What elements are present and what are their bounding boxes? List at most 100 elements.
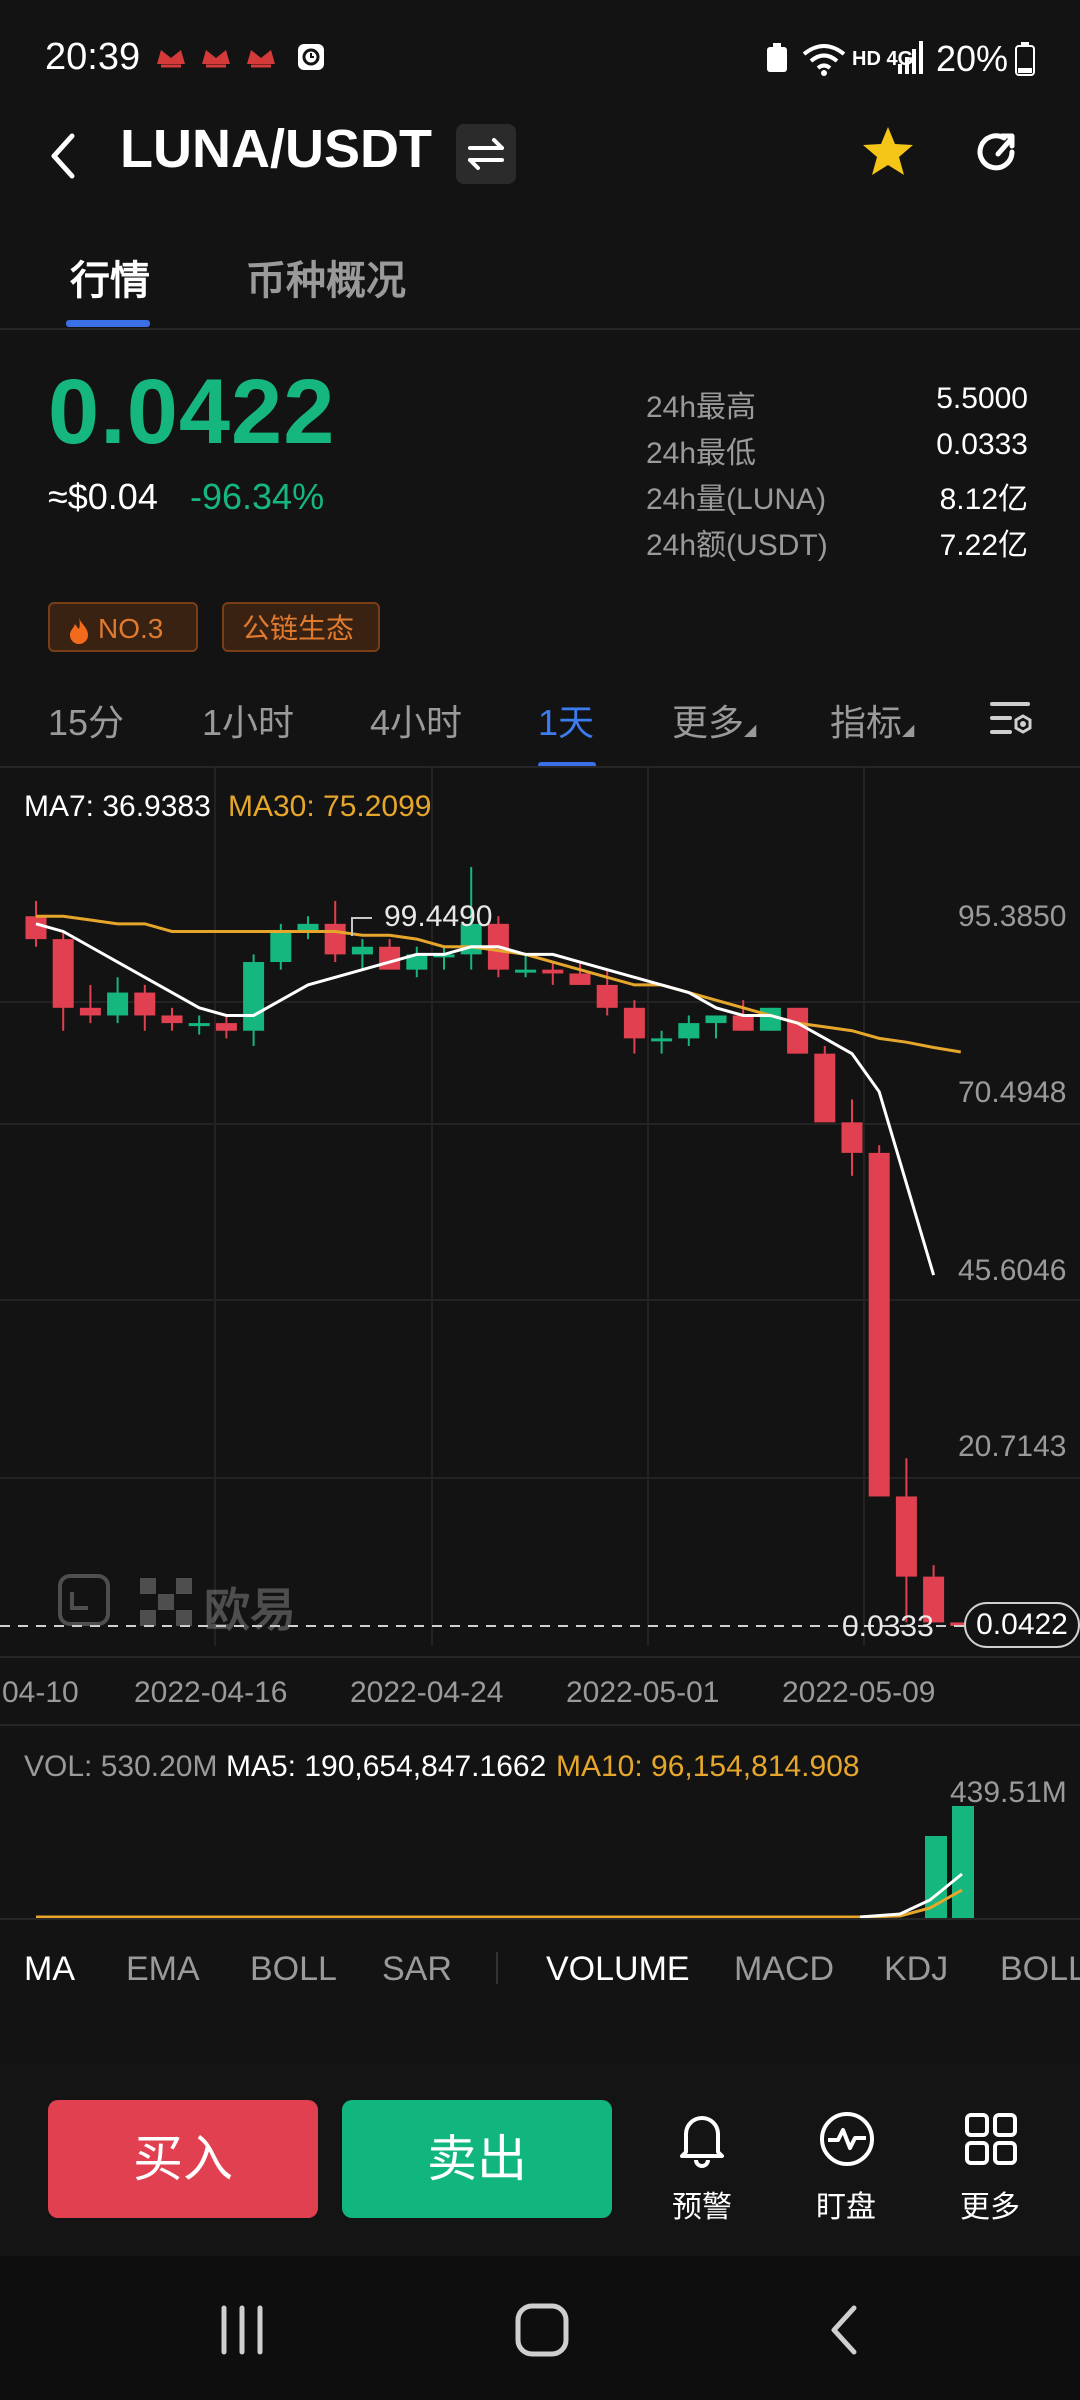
stat-amount-label: 24h额(USDT) <box>646 529 828 562</box>
watermark-mark <box>140 1578 196 1626</box>
ma7-value: MA7: 36.9383 <box>24 790 211 823</box>
indicator-ma[interactable]: MA <box>24 1950 75 1989</box>
dropdown-triangle-icon: ◢ <box>902 722 915 739</box>
tab-active-indicator <box>66 320 150 327</box>
candle-body <box>379 946 401 970</box>
date-tick-3: 2022-04-24 <box>350 1676 504 1709</box>
candle-body <box>759 1007 781 1031</box>
back-button[interactable] <box>40 128 90 184</box>
indicator-boll[interactable]: BOLL <box>250 1950 337 1989</box>
category-tag[interactable]: 公链生态 <box>222 602 380 652</box>
more-label: 更多 <box>960 2191 1020 2224</box>
candle-body <box>25 916 47 940</box>
watermark-logo <box>56 1572 112 1628</box>
usd-price: ≈$0.04 <box>48 476 158 517</box>
status-bar: 20:39 HD 4G 20% <box>0 0 1080 120</box>
candle-body <box>569 973 591 985</box>
current-price-tag: 0.0422 <box>964 1602 1080 1648</box>
period-15m[interactable]: 15分 <box>48 694 124 746</box>
tab-coin-overview[interactable]: 币种概况 <box>246 248 406 306</box>
date-tick-2: 2022-04-16 <box>134 1676 288 1709</box>
y-tick-3: 45.6046 <box>958 1254 1067 1287</box>
stat-high-label: 24h最高 <box>646 391 757 424</box>
notification-icon <box>245 44 277 72</box>
sell-button[interactable]: 卖出 <box>342 2100 612 2218</box>
home-icon[interactable] <box>514 2302 570 2358</box>
indicator-kdj[interactable]: KDJ <box>884 1950 948 1989</box>
vol-ma10-line <box>36 1888 963 1919</box>
buy-button[interactable]: 买入 <box>48 2100 318 2218</box>
chart-settings-icon[interactable] <box>988 698 1036 742</box>
notification-icon <box>155 44 187 72</box>
candle-body <box>161 1015 183 1024</box>
status-time: 20:39 <box>45 36 141 78</box>
pulse-icon <box>818 2110 876 2168</box>
bell-icon <box>676 2110 728 2168</box>
date-tick-1: 04-10 <box>2 1676 79 1709</box>
y-tick-2: 70.4948 <box>958 1076 1067 1109</box>
rank-tag[interactable]: NO.3 <box>48 602 198 652</box>
candle-body <box>215 1023 237 1031</box>
y-tick-4: 20.7143 <box>958 1430 1067 1463</box>
vol-value: VOL: 530.20M <box>24 1750 218 1783</box>
candlestick-chart[interactable] <box>0 766 1080 1646</box>
candle-body <box>515 969 537 973</box>
period-1h[interactable]: 1小时 <box>202 694 294 746</box>
period-4h[interactable]: 4小时 <box>370 694 462 746</box>
candle-body <box>895 1496 917 1577</box>
candle-body <box>868 1152 890 1497</box>
period-1d[interactable]: 1天 <box>538 694 594 746</box>
change-percent: -96.34% <box>190 476 325 517</box>
system-nav-bar <box>0 2256 1080 2400</box>
indicator-ema[interactable]: EMA <box>126 1950 200 1989</box>
tab-market[interactable]: 行情 <box>70 248 150 306</box>
volume-bar <box>952 1806 974 1920</box>
swap-pair-button[interactable] <box>456 124 516 184</box>
candle-body <box>542 969 564 974</box>
indicator-volume[interactable]: VOLUME <box>546 1950 690 1989</box>
indicators-menu-label: 指标 <box>830 702 903 743</box>
candle-body <box>79 1007 101 1016</box>
alert-label: 预警 <box>672 2191 732 2224</box>
chart-bottom-divider <box>0 1656 1080 1658</box>
pair-title[interactable]: LUNA/USDT <box>120 118 432 180</box>
stat-low-value: 0.0333 <box>936 428 1028 461</box>
candle-body <box>52 939 74 1008</box>
system-back-icon[interactable] <box>822 2302 866 2358</box>
volume-chart[interactable] <box>0 1790 1080 1920</box>
candle-body <box>732 1015 754 1031</box>
stat-amount-value: 7.22亿 <box>939 529 1028 562</box>
refresh-share-icon[interactable] <box>968 124 1024 180</box>
high-marker-value: 99.4490 <box>384 900 493 933</box>
candle-body <box>596 984 618 1008</box>
wifi-icon <box>802 42 846 76</box>
indicator-boll-sub[interactable]: BOLL <box>1000 1950 1080 1989</box>
watch-label: 盯盘 <box>816 2191 876 2224</box>
candle-body <box>243 962 265 1031</box>
y-tick-low: 0.0333 <box>842 1610 934 1643</box>
candle-body <box>623 1007 645 1039</box>
candle-body <box>270 931 292 963</box>
candle-body <box>188 1023 210 1027</box>
stat-volume-label: 24h量(LUNA) <box>646 483 827 516</box>
recent-apps-icon[interactable] <box>214 2304 270 2356</box>
volume-top-divider <box>0 1724 1080 1726</box>
vol-ma10-value: MA10: 96,154,814.908 <box>556 1750 860 1783</box>
candle-body <box>134 992 156 1016</box>
ma30-value: MA30: 75.2099 <box>228 790 432 823</box>
battery-saver-icon <box>764 42 790 74</box>
candle-body <box>678 1023 700 1039</box>
period-more[interactable]: 更多◢ <box>672 694 756 746</box>
indicator-macd[interactable]: MACD <box>734 1950 834 1989</box>
watermark-text: 欧易 <box>204 1584 296 1636</box>
indicator-sar[interactable]: SAR <box>382 1950 452 1989</box>
candle-body <box>324 923 346 955</box>
indicators-menu[interactable]: 指标◢ <box>830 694 914 746</box>
chart-grid <box>0 766 1080 1646</box>
indicator-separator <box>496 1952 498 1984</box>
date-tick-4: 2022-05-01 <box>566 1676 720 1709</box>
ma7-line <box>35 922 936 1276</box>
favorite-star-icon[interactable] <box>858 122 918 182</box>
y-tick-1: 95.3850 <box>958 900 1067 933</box>
stat-volume-value: 8.12亿 <box>939 483 1028 516</box>
